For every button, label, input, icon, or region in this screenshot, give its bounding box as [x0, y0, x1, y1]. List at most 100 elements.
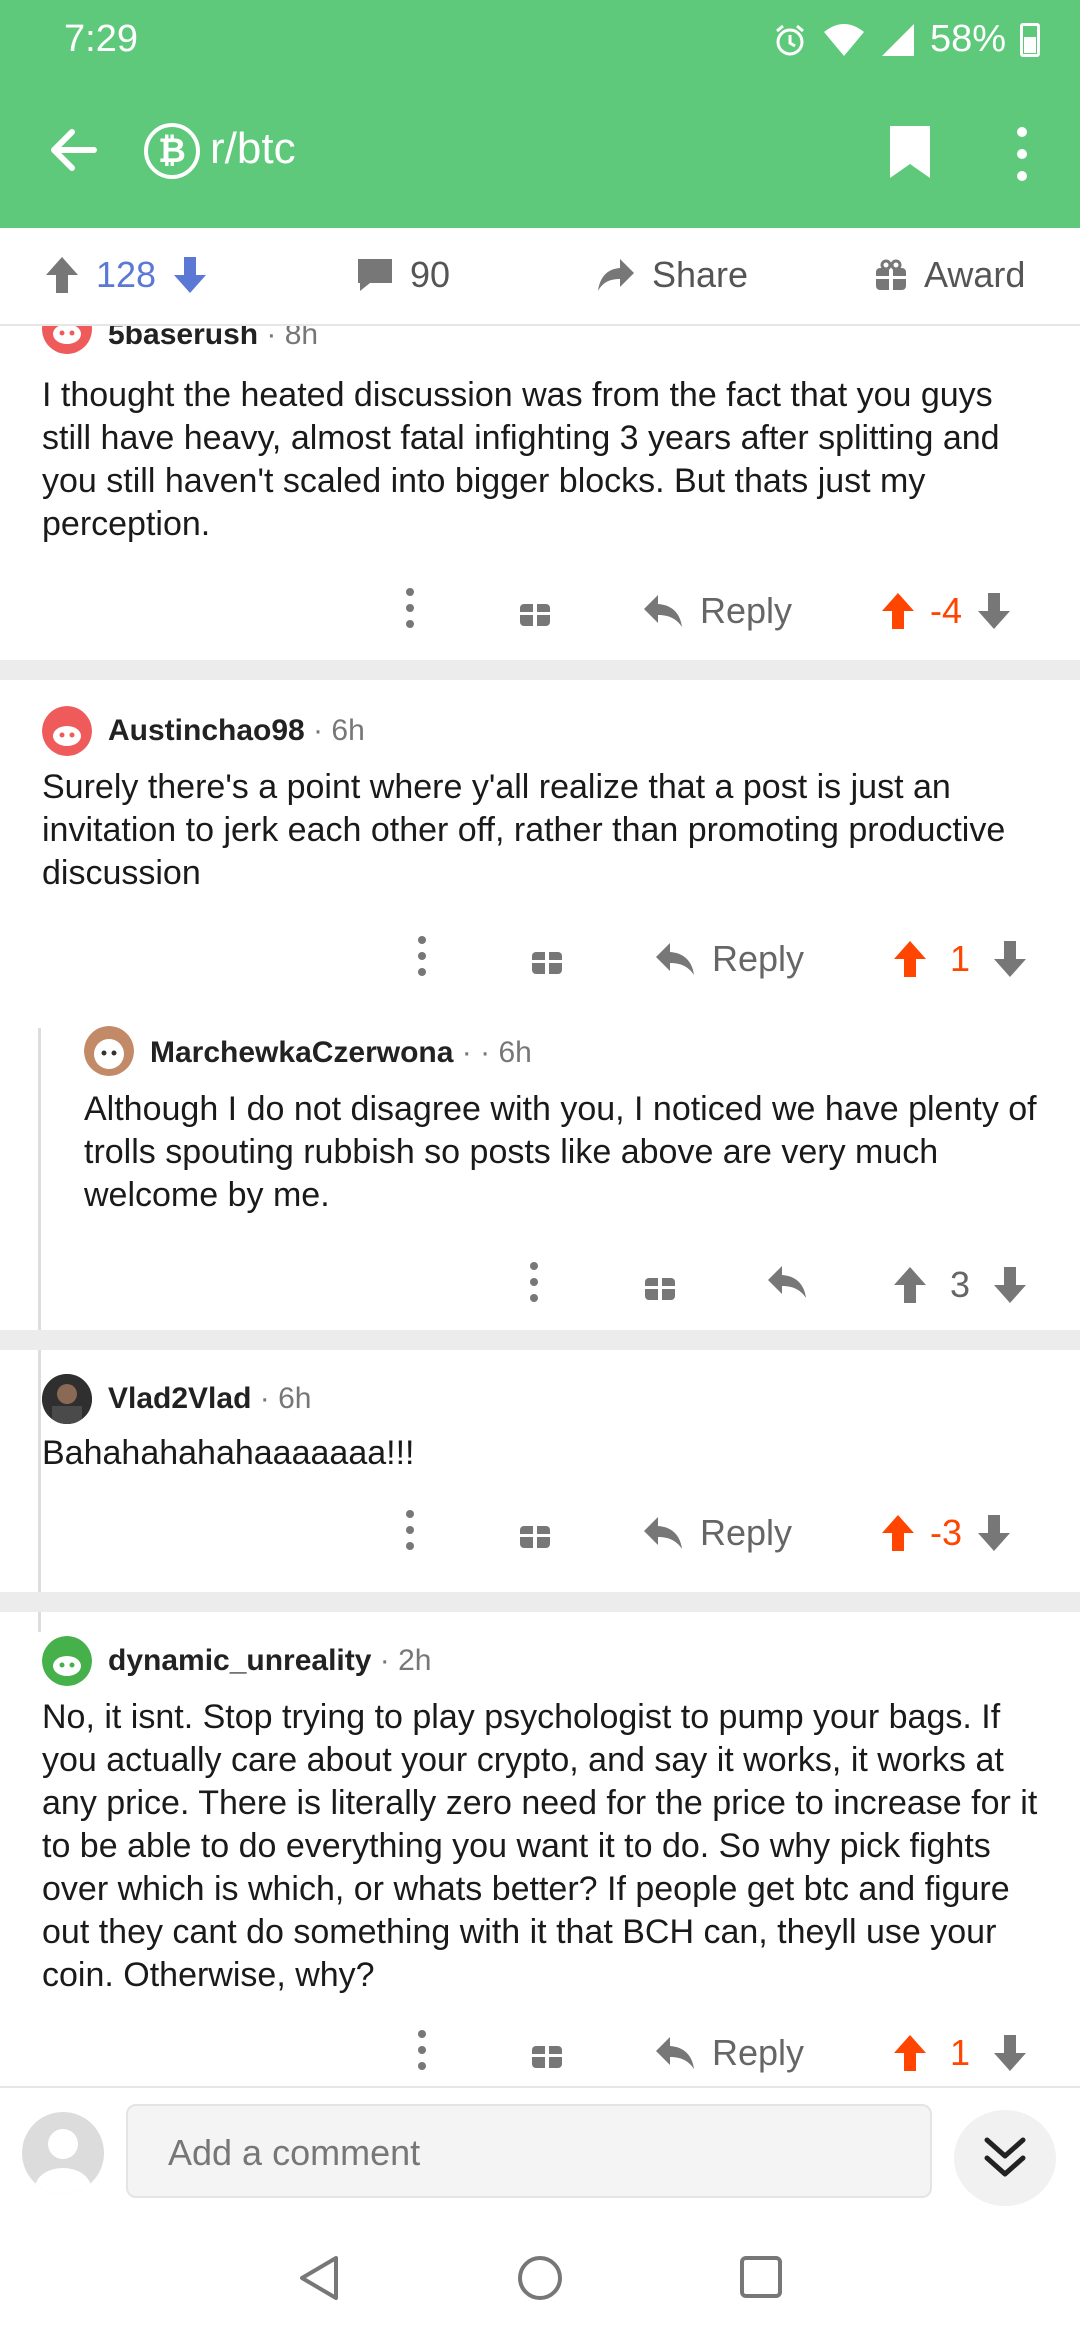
reply-icon [656, 943, 694, 975]
comment-actions: 3 [0, 1256, 1080, 1316]
username[interactable]: Vlad2Vlad [108, 1382, 251, 1415]
reply-icon [644, 1517, 682, 1549]
upvote-icon[interactable] [880, 1513, 916, 1553]
upvote-icon[interactable] [880, 591, 916, 631]
reply-button[interactable]: Reply [654, 2032, 804, 2074]
comment-bubble-icon [358, 259, 392, 291]
award-button[interactable]: Award [874, 254, 1025, 296]
downvote-icon[interactable] [976, 591, 1012, 631]
system-nav-bar [0, 2210, 1080, 2340]
comment-actions: Reply -4 [0, 582, 1080, 642]
status-time: 7:29 [64, 18, 138, 60]
upvote-icon[interactable] [892, 939, 928, 979]
divider [0, 1592, 1080, 1612]
reply-icon [644, 595, 682, 627]
more-options-icon[interactable] [528, 1260, 540, 1304]
divider [0, 1330, 1080, 1350]
username[interactable]: MarchewkaCzerwona [150, 1036, 453, 1069]
downvote-icon[interactable] [976, 1513, 1012, 1553]
gift-icon [876, 259, 906, 290]
post-action-bar: 128 90 Share Award [0, 228, 1080, 326]
more-options-icon[interactable] [404, 1508, 416, 1552]
avatar[interactable] [84, 1026, 134, 1076]
comment-body: Bahahahahahaaaaaaa!!! [42, 1434, 415, 1472]
gift-icon[interactable] [530, 942, 564, 976]
share-icon [598, 259, 634, 291]
comment-body: Although I do not disagree with you, I n… [84, 1090, 1037, 1214]
avatar[interactable] [42, 1636, 92, 1686]
user-avatar[interactable] [22, 2112, 104, 2194]
downvote-icon[interactable] [172, 255, 208, 295]
reply-icon [656, 2037, 694, 2069]
gift-icon[interactable] [530, 2036, 564, 2070]
award-label: Award [924, 254, 1026, 295]
comment-score: 1 [950, 2032, 971, 2073]
reply-button[interactable] [766, 1264, 808, 1300]
comment-body: No, it isnt. Stop trying to play psychol… [42, 1698, 1038, 1994]
reply-label: Reply [712, 938, 805, 979]
reply-button[interactable]: Reply [654, 938, 804, 980]
reply-label: Reply [712, 2032, 805, 2073]
gift-icon[interactable] [518, 1516, 552, 1550]
status-bar: 7:29 58% [0, 0, 1080, 80]
downvote-icon[interactable] [992, 939, 1028, 979]
back-arrow-icon[interactable] [44, 120, 104, 180]
downvote-icon[interactable] [992, 2033, 1028, 2073]
double-chevron-down-icon [984, 2137, 1026, 2177]
reply-label: Reply [700, 590, 793, 631]
upvote-icon[interactable] [892, 1265, 928, 1305]
comment-time: 8h [284, 326, 319, 351]
vote-control: -4 [880, 590, 1012, 632]
avatar[interactable] [42, 1374, 92, 1424]
nav-recents-icon[interactable] [738, 2254, 784, 2300]
vote-control: 1 [892, 938, 1028, 980]
username[interactable]: Austinchao98 [108, 714, 305, 747]
reply-button[interactable]: Reply [642, 1512, 792, 1554]
comment-score: 1 [950, 938, 971, 979]
more-options-icon[interactable] [416, 2028, 428, 2072]
comment-actions: Reply 1 [0, 930, 1080, 990]
more-options-icon[interactable] [404, 586, 416, 630]
avatar[interactable] [42, 326, 92, 354]
comment-score: -3 [930, 1512, 963, 1553]
vote-control: -3 [880, 1512, 1012, 1554]
username[interactable]: dynamic_unreality [108, 1644, 371, 1677]
upvote-icon[interactable] [44, 255, 80, 295]
nav-back-icon[interactable] [296, 2254, 340, 2302]
expand-button[interactable] [954, 2110, 1056, 2206]
comment-time: 6h [331, 714, 365, 747]
subreddit-icon[interactable]: ₿ [144, 123, 200, 179]
share-label: Share [652, 254, 749, 295]
nav-home-icon[interactable] [516, 2254, 564, 2302]
add-comment-input[interactable]: Add a comment [126, 2104, 932, 2198]
comments-list: 5baserush · 8h I thought the heated disc… [0, 326, 1080, 2086]
more-options-icon[interactable] [416, 934, 428, 978]
username[interactable]: 5baserush [108, 326, 258, 351]
comment-actions: Reply 1 [0, 2024, 1080, 2084]
comment-time: 6h [278, 1382, 312, 1415]
signal-icon [881, 23, 914, 56]
comment-body: Surely there's a point where y'all reali… [42, 768, 1006, 892]
comments-button[interactable]: 90 [356, 254, 450, 296]
vote-control: 1 [892, 2032, 1028, 2074]
gift-icon[interactable] [643, 1268, 677, 1302]
reply-label: Reply [700, 1512, 793, 1553]
bookmark-icon[interactable] [888, 124, 932, 180]
vote-control: 3 [892, 1264, 1028, 1306]
downvote-icon[interactable] [992, 1265, 1028, 1305]
upvote-icon[interactable] [892, 2033, 928, 2073]
comment-score: -4 [930, 590, 963, 631]
more-options-icon[interactable] [1012, 124, 1032, 184]
reply-icon [768, 1266, 806, 1298]
gift-icon[interactable] [518, 594, 552, 628]
reply-button[interactable]: Reply [642, 590, 792, 632]
alarm-icon [775, 24, 804, 55]
comment-score: 3 [950, 1264, 971, 1305]
comment-actions: Reply -3 [0, 1504, 1080, 1564]
avatar[interactable] [42, 706, 92, 756]
comment-body: I thought the heated discussion was from… [42, 376, 1000, 543]
battery-icon [1020, 22, 1040, 57]
divider [0, 660, 1080, 680]
share-button[interactable]: Share [596, 254, 748, 296]
subreddit-name[interactable]: r/btc [210, 124, 296, 174]
